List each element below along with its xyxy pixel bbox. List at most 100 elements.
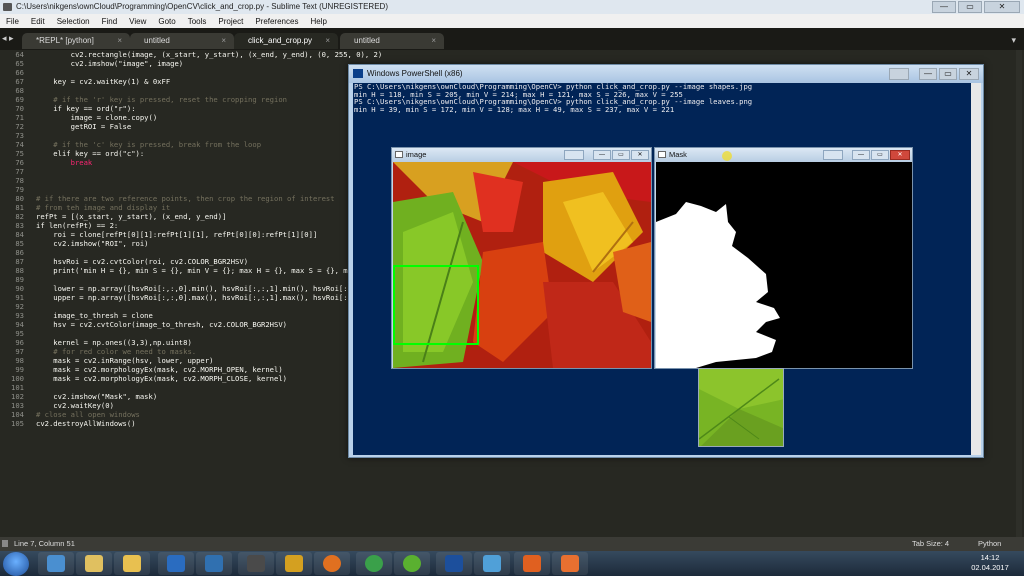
code-line[interactable]: print('min H = {}, min S = {}, min V = {… — [36, 266, 391, 275]
menu-project[interactable]: Project — [212, 17, 249, 26]
code-line[interactable]: refPt = [(x_start, y_start), (x_end, y_e… — [36, 212, 356, 221]
code-line[interactable] — [36, 329, 356, 338]
code-line[interactable]: key = cv2.waitKey(1) & 0xFF — [36, 77, 356, 86]
code-area[interactable]: cv2.rectangle(image, (x_start, y_start),… — [36, 50, 404, 428]
tab-untitled-2[interactable]: untitled × — [340, 33, 444, 49]
status-panel-icon[interactable] — [2, 540, 8, 547]
code-line[interactable]: mask = cv2.morphologyEx(mask, cv2.MORPH_… — [36, 374, 356, 383]
code-line[interactable] — [36, 275, 356, 284]
menu-goto[interactable]: Goto — [152, 17, 181, 26]
code-line[interactable] — [36, 176, 356, 185]
code-line[interactable]: cv2.imshow("image", image) — [36, 59, 356, 68]
code-line[interactable]: cv2.waitKey(0) — [36, 401, 356, 410]
close-button[interactable]: ✕ — [631, 150, 649, 160]
menu-help[interactable]: Help — [304, 17, 332, 26]
code-line[interactable]: upper = np.array([hsvRoi[:,:,0].max(), h… — [36, 293, 404, 302]
roi-preview[interactable] — [698, 368, 784, 447]
taskbar-package[interactable] — [276, 552, 312, 575]
pin-button[interactable] — [823, 150, 843, 160]
syntax-indicator[interactable]: Python — [978, 537, 1001, 551]
code-line[interactable]: cv2.imshow("ROI", roi) — [36, 239, 356, 248]
tab-dropdown-icon[interactable]: ▾ — [1011, 35, 1016, 46]
taskbar-firefox[interactable] — [314, 552, 350, 575]
code-line[interactable]: hsvRoi = cv2.cvtColor(roi, cv2.COLOR_BGR… — [36, 257, 356, 266]
code-line[interactable]: image = clone.copy() — [36, 113, 356, 122]
tab-untitled[interactable]: untitled × — [130, 33, 234, 49]
powershell-title-bar[interactable]: Windows PowerShell (x86) — ▭ ✕ — [349, 65, 983, 83]
code-line[interactable]: # if the 'r' key is pressed, reset the c… — [36, 95, 356, 104]
menu-preferences[interactable]: Preferences — [249, 17, 304, 26]
minimize-button[interactable]: — — [852, 150, 870, 160]
tab-click-and-crop[interactable]: click_and_crop.py × — [234, 33, 338, 49]
code-line[interactable]: # for red color we need to masks. — [36, 347, 356, 356]
close-button[interactable]: ✕ — [984, 1, 1020, 13]
code-line[interactable]: image_to_thresh = clone — [36, 311, 356, 320]
leaves-image[interactable] — [393, 162, 651, 368]
code-line[interactable]: # if there are two reference points, the… — [36, 194, 356, 203]
taskbar-network[interactable] — [196, 552, 232, 575]
minimize-button[interactable]: — — [593, 150, 611, 160]
taskbar-visual-studio[interactable] — [158, 552, 194, 575]
code-line[interactable]: # from teh image and display it — [36, 203, 356, 212]
tab-nav-arrows[interactable]: ◂ ▸ — [2, 33, 14, 44]
code-line[interactable] — [36, 383, 356, 392]
code-line[interactable] — [36, 68, 356, 77]
code-line[interactable] — [36, 302, 356, 311]
maximize-button[interactable]: ▭ — [612, 150, 630, 160]
taskbar-recorder[interactable] — [514, 552, 550, 575]
image-window-title-bar[interactable]: image — ▭ ✕ — [392, 148, 651, 162]
code-line[interactable]: if key == ord("r"): — [36, 104, 356, 113]
maximize-button[interactable]: ▭ — [871, 150, 889, 160]
ps-close-button[interactable]: ✕ — [959, 68, 979, 80]
code-line[interactable]: kernel = np.ones((3,3),np.uint8) — [36, 338, 356, 347]
code-line[interactable]: # if the 'c' key is pressed, break from … — [36, 140, 356, 149]
tab-close-icon[interactable]: × — [431, 33, 436, 49]
taskbar-folder[interactable] — [114, 552, 150, 575]
tab-size-indicator[interactable]: Tab Size: 4 — [912, 537, 949, 551]
taskbar-chrome[interactable] — [356, 552, 392, 575]
code-line[interactable]: elif key == ord("c"): — [36, 149, 356, 158]
menu-selection[interactable]: Selection — [51, 17, 96, 26]
code-line[interactable]: roi = clone[refPt[0][1]:refPt[1][1], ref… — [36, 230, 356, 239]
menu-view[interactable]: View — [123, 17, 152, 26]
menu-edit[interactable]: Edit — [25, 17, 51, 26]
powershell-scrollbar[interactable] — [971, 83, 981, 455]
code-line[interactable] — [36, 248, 356, 257]
minimize-button[interactable]: — — [932, 1, 956, 13]
code-line[interactable]: cv2.imshow("Mask", mask) — [36, 392, 356, 401]
mask-image[interactable] — [656, 162, 912, 368]
code-line[interactable] — [36, 185, 356, 194]
code-line[interactable]: cv2.rectangle(image, (x_start, y_start),… — [36, 50, 383, 59]
mask-window-title-bar[interactable]: Mask — ▭ ✕ — [655, 148, 912, 162]
code-line[interactable]: hsv = cv2.cvtColor(image_to_thresh, cv2.… — [36, 320, 356, 329]
code-line[interactable]: if len(refPt) == 2: — [36, 221, 356, 230]
menu-file[interactable]: File — [0, 17, 25, 26]
taskbar-files[interactable] — [474, 552, 510, 575]
minimap[interactable] — [980, 50, 1016, 537]
code-line[interactable]: cv2.destroyAllWindows() — [36, 419, 356, 428]
menu-tools[interactable]: Tools — [182, 17, 213, 26]
code-line[interactable]: getROI = False — [36, 122, 356, 131]
ps-maximize-button[interactable]: ▭ — [939, 68, 957, 80]
taskbar-paint[interactable] — [76, 552, 112, 575]
mask-window[interactable]: Mask — ▭ ✕ — [654, 147, 913, 369]
code-line[interactable]: mask = cv2.inRange(hsv, lower, upper) — [36, 356, 356, 365]
start-button[interactable] — [3, 552, 29, 576]
taskbar-explorer[interactable] — [38, 552, 74, 575]
code-line[interactable]: break — [36, 158, 356, 167]
maximize-button[interactable]: ▭ — [958, 1, 982, 13]
tab-repl-python[interactable]: *REPL* [python] × — [22, 33, 130, 49]
taskbar-utorrent[interactable] — [394, 552, 430, 575]
menu-find[interactable]: Find — [96, 17, 124, 26]
editor-scrollbar[interactable] — [1016, 50, 1022, 537]
taskbar-sublime[interactable] — [238, 552, 274, 575]
close-button[interactable]: ✕ — [890, 150, 910, 160]
tab-close-icon[interactable]: × — [221, 33, 226, 49]
tab-close-icon[interactable]: × — [117, 33, 122, 49]
code-line[interactable] — [36, 86, 356, 95]
code-line[interactable]: mask = cv2.morphologyEx(mask, cv2.MORPH_… — [36, 365, 356, 374]
code-line[interactable]: lower = np.array([hsvRoi[:,:,0].min(), h… — [36, 284, 404, 293]
code-line[interactable] — [36, 167, 356, 176]
ps-minimize-button[interactable]: — — [919, 68, 937, 80]
taskbar-powershell[interactable] — [436, 552, 472, 575]
